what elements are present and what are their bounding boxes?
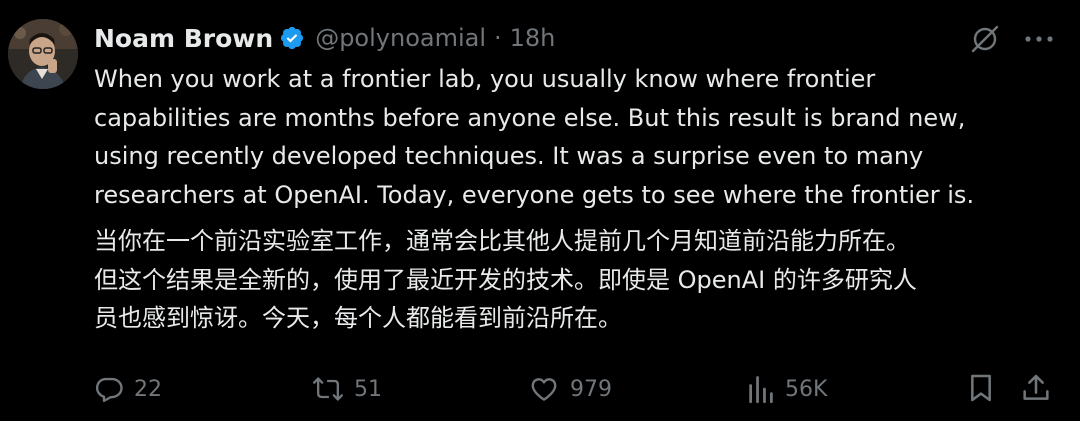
repost-button[interactable]: 51 <box>312 371 382 407</box>
views-button[interactable]: 56K <box>747 371 827 407</box>
reply-button[interactable]: 22 <box>94 371 162 407</box>
tweet-header: Noam Brown @polynoamial · 18h <box>94 20 555 56</box>
reply-icon <box>94 374 124 404</box>
tweet-text-chinese: 当你在一个前沿实验室工作，通常会比其他人提前几个月知道前沿能力所在。 但这个结果… <box>94 227 917 332</box>
like-icon <box>528 374 560 404</box>
tweet-text-english: When you work at a frontier lab, you usu… <box>94 65 975 209</box>
bookmark-icon[interactable] <box>965 372 997 404</box>
like-count: 979 <box>570 376 612 402</box>
repost-count: 51 <box>354 376 382 402</box>
share-icon[interactable] <box>1020 372 1052 404</box>
verified-badge-icon[interactable] <box>279 25 305 51</box>
view-count: 56K <box>785 376 828 402</box>
reply-count: 22 <box>134 376 162 402</box>
more-icon[interactable] <box>1022 24 1056 54</box>
grok-icon[interactable] <box>970 24 1000 54</box>
views-icon <box>747 374 775 404</box>
like-button[interactable]: 979 <box>528 371 612 407</box>
separator: · <box>494 24 502 52</box>
avatar[interactable] <box>8 19 78 89</box>
repost-icon <box>312 374 344 404</box>
display-name[interactable]: Noam Brown <box>94 24 273 53</box>
author-handle[interactable]: @polynoamial <box>315 24 486 52</box>
tweet[interactable]: Noam Brown @polynoamial · 18h When you w… <box>0 0 1080 421</box>
timestamp[interactable]: 18h <box>510 24 556 52</box>
